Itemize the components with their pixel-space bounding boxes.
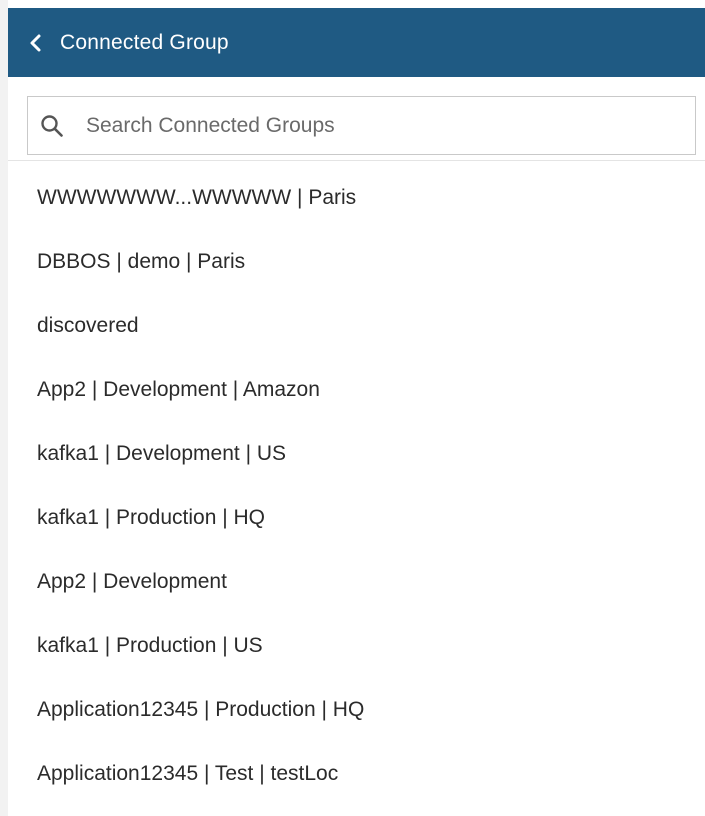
- list-item[interactable]: DBBOS | demo | Paris: [8, 230, 705, 294]
- search-box[interactable]: [27, 96, 696, 155]
- chevron-left-icon: [30, 34, 41, 51]
- list-item[interactable]: App2 | Development: [8, 550, 705, 614]
- back-button[interactable]: Connected Group: [26, 8, 229, 77]
- panel-header: Connected Group: [8, 8, 705, 77]
- list-item[interactable]: kafka1 | Production | US: [8, 614, 705, 678]
- list-item[interactable]: WWWWWWW...WWWWW | Paris: [8, 166, 705, 230]
- connected-group-list: WWWWWWW...WWWWW | Paris DBBOS | demo | P…: [8, 166, 705, 806]
- list-item[interactable]: App2 | Development | Amazon: [8, 358, 705, 422]
- panel-title: Connected Group: [60, 30, 229, 54]
- list-item[interactable]: discovered: [8, 294, 705, 358]
- search-area: [8, 77, 705, 161]
- list-item[interactable]: Application12345 | Production | HQ: [8, 678, 705, 742]
- list-item[interactable]: kafka1 | Development | US: [8, 422, 705, 486]
- list-item[interactable]: kafka1 | Production | HQ: [8, 486, 705, 550]
- list-item[interactable]: Application12345 | Test | testLoc: [8, 742, 705, 806]
- search-icon: [41, 114, 63, 137]
- connected-group-panel: Connected Group WWWWWWW...WWWWW | Paris …: [0, 0, 705, 816]
- search-input[interactable]: [86, 113, 646, 138]
